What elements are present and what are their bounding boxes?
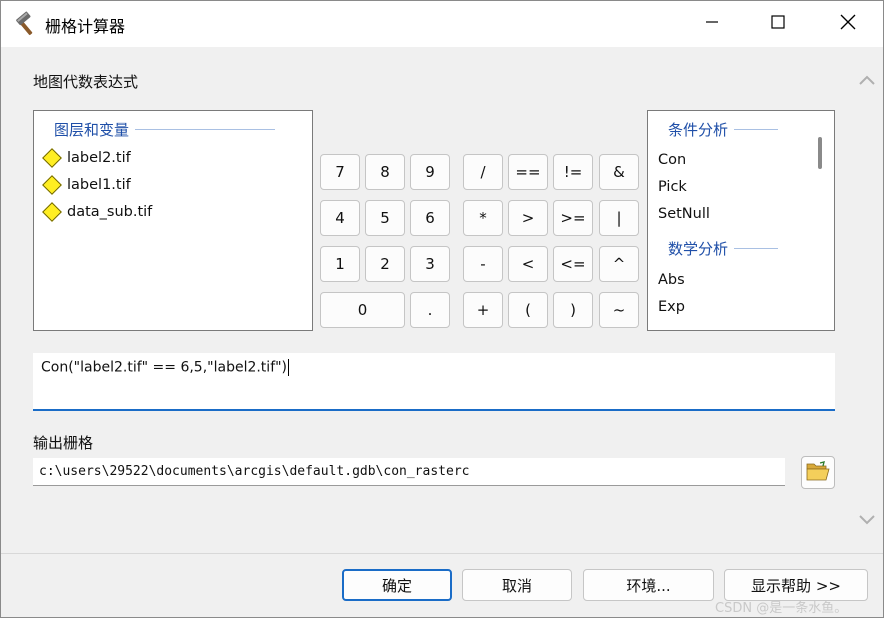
minimize-button[interactable] xyxy=(681,1,743,47)
hammer-icon xyxy=(13,11,39,37)
ok-button[interactable]: 确定 xyxy=(342,569,452,601)
raster-layer-icon xyxy=(42,202,62,222)
calc-button-left-paren[interactable]: ( xyxy=(508,292,548,328)
calc-button-7[interactable]: 7 xyxy=(320,154,360,190)
output-raster-path-input[interactable] xyxy=(33,458,785,486)
calc-button-0[interactable]: 0 xyxy=(320,292,405,328)
functions-group-math: 数学分析 xyxy=(668,238,779,259)
text-caret xyxy=(288,359,290,376)
raster-layer-icon xyxy=(42,148,62,168)
functions-panel-scrollbar-thumb[interactable] xyxy=(818,137,822,169)
close-icon xyxy=(840,14,856,34)
calc-button-8[interactable]: 8 xyxy=(365,154,405,190)
calc-button-dot[interactable]: . xyxy=(410,292,450,328)
function-item-con[interactable]: Con xyxy=(658,152,686,168)
calc-button-multiply[interactable]: * xyxy=(463,200,503,236)
folder-open-icon xyxy=(806,460,830,485)
browse-output-button[interactable] xyxy=(801,456,835,489)
calc-button-greater[interactable]: > xyxy=(508,200,548,236)
layer-item[interactable]: label2.tif xyxy=(42,148,131,168)
expression-text: Con("label2.tif" == 6,5,"label2.tif") xyxy=(41,359,288,376)
output-raster-label: 输出栅格 xyxy=(33,434,94,452)
calc-button-not-equal[interactable]: != xyxy=(553,154,593,190)
calc-button-equal[interactable]: == xyxy=(508,154,548,190)
functions-group-conditional: 条件分析 xyxy=(668,119,779,140)
calc-button-less[interactable]: < xyxy=(508,246,548,282)
calc-button-greater-equal[interactable]: >= xyxy=(553,200,593,236)
layers-panel-heading: 图层和变量 xyxy=(54,119,276,140)
function-item-pick[interactable]: Pick xyxy=(658,179,687,195)
title-bar[interactable]: 栅格计算器 xyxy=(1,1,883,47)
calc-button-not[interactable]: ~ xyxy=(599,292,639,328)
layers-panel[interactable]: 图层和变量 label2.tif label1.tif data_sub.tif xyxy=(33,110,313,331)
raster-layer-icon xyxy=(42,175,62,195)
function-item-setnull[interactable]: SetNull xyxy=(658,206,710,222)
layer-item[interactable]: label1.tif xyxy=(42,175,131,195)
calc-button-4[interactable]: 4 xyxy=(320,200,360,236)
expression-input[interactable]: Con("label2.tif" == 6,5,"label2.tif") xyxy=(33,353,835,411)
calc-button-1[interactable]: 1 xyxy=(320,246,360,282)
dialog-scrollbar[interactable] xyxy=(853,48,883,553)
window-title: 栅格计算器 xyxy=(45,17,126,36)
calc-button-right-paren[interactable]: ) xyxy=(553,292,593,328)
function-item-abs[interactable]: Abs xyxy=(658,272,685,288)
expression-section-label: 地图代数表达式 xyxy=(33,73,139,91)
chevron-up-icon[interactable] xyxy=(858,74,876,90)
chevron-down-icon[interactable] xyxy=(858,514,876,530)
calc-button-xor[interactable]: ^ xyxy=(599,246,639,282)
maximize-icon xyxy=(771,15,785,33)
functions-panel[interactable]: 条件分析 Con Pick SetNull 数学分析 Abs Exp xyxy=(647,110,835,331)
calc-button-9[interactable]: 9 xyxy=(410,154,450,190)
watermark: CSDN @是一条水鱼。 xyxy=(715,601,848,616)
raster-calculator-window: 栅格计算器 地图代数表达式 图层和变量 label2.tif label1.ti… xyxy=(0,0,884,618)
calc-button-or[interactable]: | xyxy=(599,200,639,236)
calc-button-divide[interactable]: / xyxy=(463,154,503,190)
minimize-icon xyxy=(705,15,719,33)
environments-button[interactable]: 环境... xyxy=(583,569,714,601)
calc-button-3[interactable]: 3 xyxy=(410,246,450,282)
cancel-button[interactable]: 取消 xyxy=(462,569,572,601)
calc-button-less-equal[interactable]: <= xyxy=(553,246,593,282)
calc-button-6[interactable]: 6 xyxy=(410,200,450,236)
layer-item[interactable]: data_sub.tif xyxy=(42,202,152,222)
calc-button-2[interactable]: 2 xyxy=(365,246,405,282)
calc-button-and[interactable]: & xyxy=(599,154,639,190)
calc-button-minus[interactable]: - xyxy=(463,246,503,282)
calc-button-plus[interactable]: + xyxy=(463,292,503,328)
calc-button-5[interactable]: 5 xyxy=(365,200,405,236)
close-button[interactable] xyxy=(817,1,879,47)
maximize-button[interactable] xyxy=(747,1,809,47)
function-item-exp[interactable]: Exp xyxy=(658,299,685,315)
